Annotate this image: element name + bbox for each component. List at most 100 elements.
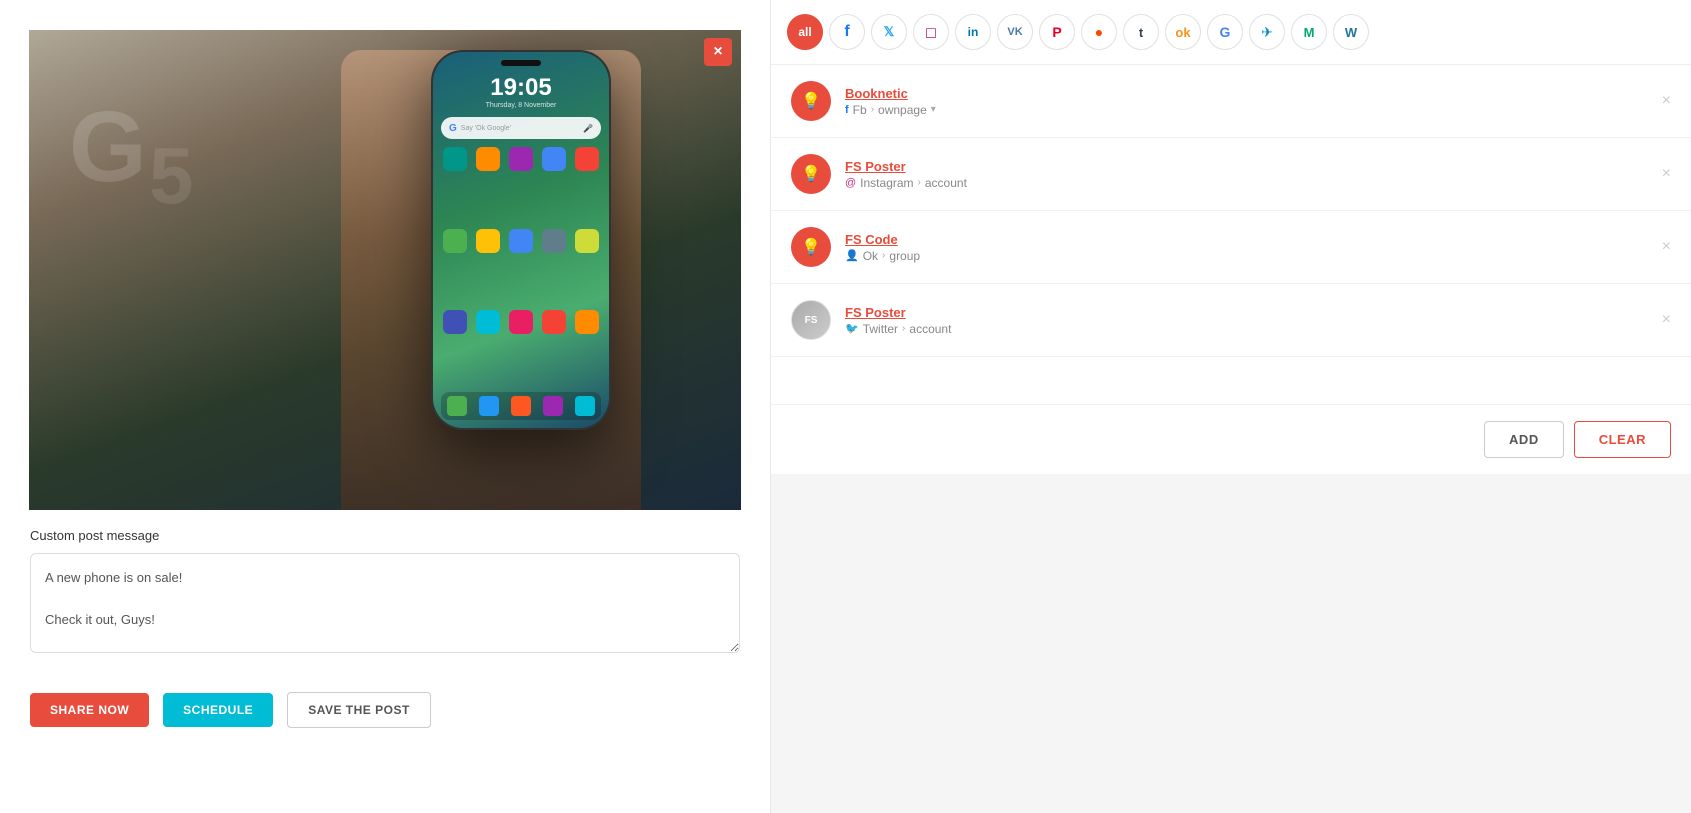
app-6[interactable] <box>443 229 467 253</box>
tab-pinterest[interactable]: P <box>1039 14 1075 50</box>
post-message-label: Custom post message <box>30 528 740 543</box>
app-1[interactable] <box>443 147 467 171</box>
social-tabs: all f 𝕏 ◻ in VK P ● t ok G <box>771 0 1691 65</box>
dock-app-2[interactable] <box>479 396 499 416</box>
linkedin-icon: in <box>968 25 979 39</box>
account-item: FS FS Poster 🐦 Twitter › account × <box>771 284 1691 357</box>
dock-app-1[interactable] <box>447 396 467 416</box>
account-name-1[interactable]: Booknetic <box>845 86 1671 101</box>
wordpress-icon: W <box>1345 25 1357 40</box>
schedule-button[interactable]: SCHEDULE <box>163 693 273 727</box>
dock-app-4[interactable] <box>543 396 563 416</box>
account-path-label-1: Fb <box>853 103 867 117</box>
google-g-icon: G <box>449 123 457 134</box>
app-7[interactable] <box>476 229 500 253</box>
bottom-actions: ADD CLEAR <box>771 404 1691 474</box>
remove-account-4-button[interactable]: × <box>1662 311 1671 329</box>
dock-app-5[interactable] <box>575 396 595 416</box>
chevron-icon-2: › <box>918 177 921 188</box>
account-path-4: 🐦 Twitter › account <box>845 322 1671 336</box>
telegram-icon: ✈ <box>1261 24 1273 41</box>
clear-button[interactable]: CLEAR <box>1574 421 1671 458</box>
accounts-list: 💡 Booknetic f Fb › ownpage ▾ × 💡 FS Post… <box>771 65 1691 404</box>
medium-icon: M <box>1304 25 1315 40</box>
instagram-icon: ◻ <box>925 23 937 41</box>
app-11[interactable] <box>443 310 467 334</box>
remove-account-3-button[interactable]: × <box>1662 238 1671 256</box>
tab-telegram[interactable]: ✈ <box>1249 14 1285 50</box>
twitter-avatar-inner: FS <box>792 301 830 339</box>
app-4[interactable] <box>542 147 566 171</box>
account-avatar-1: 💡 <box>791 81 831 121</box>
tab-google[interactable]: G <box>1207 14 1243 50</box>
account-path-label-2: Instagram <box>860 176 913 190</box>
app-9[interactable] <box>542 229 566 253</box>
app-3[interactable] <box>509 147 533 171</box>
tab-vk[interactable]: VK <box>997 14 1033 50</box>
tab-ok[interactable]: ok <box>1165 14 1201 50</box>
avatar-icon-3: 💡 <box>801 237 821 257</box>
account-type-2: account <box>925 176 967 190</box>
twitter-icon: 𝕏 <box>884 24 894 40</box>
tab-tumblr[interactable]: t <box>1123 14 1159 50</box>
app-14[interactable] <box>542 310 566 334</box>
tab-all-label: all <box>798 25 811 39</box>
app-15[interactable] <box>575 310 599 334</box>
account-info-2: FS Poster @ Instagram › account <box>845 159 1671 190</box>
app-2[interactable] <box>476 147 500 171</box>
account-path-3: 👤 Ok › group <box>845 249 1671 263</box>
tab-facebook[interactable]: f <box>829 14 865 50</box>
google-icon: G <box>1220 24 1231 40</box>
tab-reddit[interactable]: ● <box>1081 14 1117 50</box>
network-fb-icon: f <box>845 104 849 116</box>
tab-twitter[interactable]: 𝕏 <box>871 14 907 50</box>
phone-notch <box>501 60 541 66</box>
account-item: 💡 FS Poster @ Instagram › account × <box>771 138 1691 211</box>
tab-all[interactable]: all <box>787 14 823 50</box>
add-button[interactable]: ADD <box>1484 421 1564 458</box>
app-grid <box>441 147 601 388</box>
chevron-icon-4: › <box>902 323 905 334</box>
account-avatar-3: 💡 <box>791 227 831 267</box>
app-8[interactable] <box>509 229 533 253</box>
phone-search-bar[interactable]: G Say 'Ok Google' 🎤 <box>441 117 601 139</box>
account-name-2[interactable]: FS Poster <box>845 159 1671 174</box>
tab-medium[interactable]: M <box>1291 14 1327 50</box>
action-buttons: SHARE NOW SCHEDULE SAVE THE POST <box>0 676 770 744</box>
image-container: G 5 19:05 Thursday, 8 November G Say 'Ok… <box>0 0 770 510</box>
tab-instagram[interactable]: ◻ <box>913 14 949 50</box>
app-5[interactable] <box>575 147 599 171</box>
chevron-icon-1: › <box>871 104 874 115</box>
search-placeholder-text: Say 'Ok Google' <box>461 125 511 132</box>
avatar-icon-1: 💡 <box>801 91 821 111</box>
account-type-1: ownpage <box>878 103 927 117</box>
tab-linkedin[interactable]: in <box>955 14 991 50</box>
save-post-button[interactable]: SAVE THE POST <box>287 692 431 728</box>
account-path-2: @ Instagram › account <box>845 176 1671 190</box>
app-10[interactable] <box>575 229 599 253</box>
app-13[interactable] <box>509 310 533 334</box>
gray-area <box>771 474 1691 813</box>
account-info-4: FS Poster 🐦 Twitter › account <box>845 305 1671 336</box>
remove-account-1-button[interactable]: × <box>1662 92 1671 110</box>
account-path-1: f Fb › ownpage ▾ <box>845 103 1671 117</box>
app-12[interactable] <box>476 310 500 334</box>
remove-account-2-button[interactable]: × <box>1662 165 1671 183</box>
chevron-icon-3: › <box>882 250 885 261</box>
avatar-icon-2: 💡 <box>801 164 821 184</box>
account-name-3[interactable]: FS Code <box>845 232 1671 247</box>
phone-time: 19:05 <box>441 74 601 102</box>
account-info-3: FS Code 👤 Ok › group <box>845 232 1671 263</box>
share-now-button[interactable]: SHARE NOW <box>30 693 149 727</box>
ok-icon: ok <box>1175 25 1190 40</box>
post-message-textarea[interactable]: A new phone is on sale! Check it out, Gu… <box>30 553 740 653</box>
account-name-4[interactable]: FS Poster <box>845 305 1671 320</box>
dock-app-3[interactable] <box>511 396 531 416</box>
close-icon: × <box>713 44 722 60</box>
account-path-label-3: Ok <box>863 249 878 263</box>
tab-wordpress[interactable]: W <box>1333 14 1369 50</box>
pinterest-icon: P <box>1052 24 1061 40</box>
account-avatar-4: FS <box>791 300 831 340</box>
mic-icon: 🎤 <box>583 124 593 133</box>
close-button[interactable]: × <box>704 38 732 66</box>
